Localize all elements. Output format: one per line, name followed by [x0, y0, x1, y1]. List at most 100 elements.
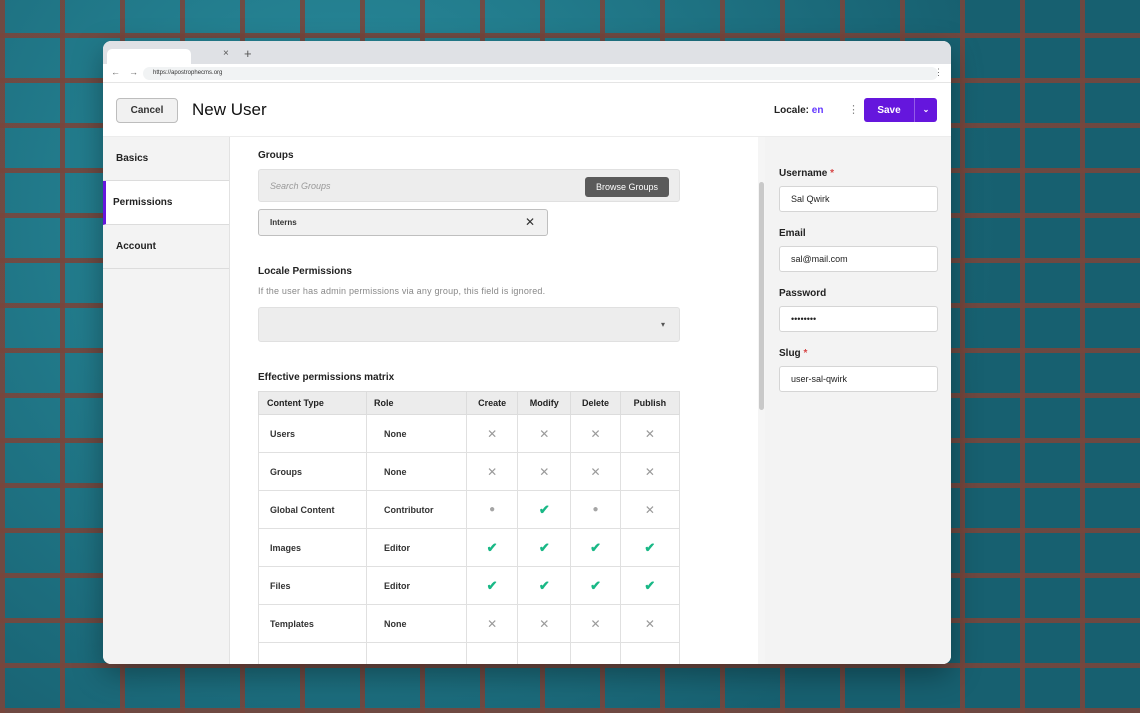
check-icon: ✔ — [538, 539, 550, 555]
page-title: New User — [192, 100, 267, 119]
header-delete: Delete — [570, 391, 621, 415]
save-label[interactable]: Save — [864, 105, 914, 116]
header-modify: Modify — [517, 391, 572, 415]
required-mark: * — [803, 348, 808, 359]
selected-group-chip: Interns ✕ — [258, 209, 548, 236]
check-icon: ✔ — [590, 577, 601, 593]
new-tab-icon[interactable]: + — [244, 46, 252, 61]
url-field[interactable]: https://apostrophecms.org — [143, 67, 938, 80]
delete-permission-cell: ✔ — [570, 566, 621, 605]
password-label: Password — [779, 288, 827, 299]
check-icon: ✔ — [486, 539, 498, 555]
group-search-box: Search Groups Browse Groups — [258, 169, 680, 202]
content-type-cell: Users — [258, 414, 367, 453]
browser-window: × + ← → https://apostrophecms.org ⋮ Canc… — [103, 41, 951, 664]
denied-icon: ✕ — [539, 464, 550, 479]
address-bar: ← → https://apostrophecms.org ⋮ — [103, 64, 951, 83]
modify-permission-cell: ✕ — [517, 452, 572, 491]
groups-label: Groups — [258, 150, 294, 161]
modal-header: Cancel New User Locale: en ⋮ Save ⌄ — [103, 83, 951, 137]
back-icon[interactable]: ← — [111, 67, 120, 77]
modify-permission-cell: ✔ — [517, 528, 572, 567]
create-permission-cell — [465, 642, 519, 664]
permissions-panel: Groups Search Groups Browse Groups Inter… — [230, 137, 758, 664]
scrollbar-thumb[interactable] — [759, 182, 764, 410]
save-button[interactable]: Save ⌄ — [864, 98, 937, 122]
slug-label-text: Slug — [779, 348, 801, 359]
account-fields-panel: Username * Sal Qwirk Email sal@mail.com … — [765, 137, 951, 664]
required-mark: * — [830, 168, 835, 179]
locale-permissions-label: Locale Permissions — [258, 266, 352, 277]
sidebar-item-permissions[interactable]: Permissions — [103, 181, 229, 225]
header-content-type: Content Type — [258, 391, 367, 415]
content-type-cell: Images — [258, 528, 367, 567]
locale-permissions-select[interactable]: ▾ — [258, 307, 680, 342]
locale-value: en — [811, 105, 824, 116]
password-input[interactable]: •••••••• — [779, 306, 938, 332]
sidebar-item-account[interactable]: Account — [103, 225, 229, 269]
modify-permission-cell: ✕ — [517, 604, 572, 643]
sidebar-item-basics[interactable]: Basics — [103, 137, 229, 181]
username-label-text: Username — [779, 168, 828, 179]
role-cell: Editor — [366, 528, 467, 567]
browse-groups-button[interactable]: Browse Groups — [585, 177, 669, 197]
slug-label: Slug * — [779, 348, 807, 359]
denied-icon: ✕ — [644, 502, 655, 517]
delete-permission-cell — [570, 642, 621, 664]
remove-group-icon[interactable]: ✕ — [525, 215, 535, 229]
locale-indicator[interactable]: Locale: en — [774, 105, 823, 116]
publish-permission-cell — [619, 642, 681, 664]
denied-icon: ✕ — [590, 426, 601, 441]
create-permission-cell: ✔ — [465, 528, 519, 567]
denied-icon: ✕ — [590, 464, 601, 479]
header-create: Create — [465, 391, 519, 415]
table-row — [258, 642, 681, 664]
table-row: Images Editor ✔ ✔ ✔ ✔ — [258, 528, 681, 567]
table-row: Users None ✕ ✕ ✕ ✕ — [258, 414, 681, 453]
partial-dot-icon: ● — [489, 504, 496, 515]
username-input[interactable]: Sal Qwirk — [779, 186, 938, 212]
chevron-down-icon[interactable]: ⌄ — [914, 98, 937, 122]
delete-permission-cell: ✕ — [570, 452, 621, 491]
denied-icon: ✕ — [539, 426, 550, 441]
group-chip-label: Interns — [270, 218, 297, 227]
role-cell: None — [366, 452, 467, 491]
browser-menu-icon[interactable]: ⋮ — [934, 67, 943, 78]
email-input[interactable]: sal@mail.com — [779, 246, 938, 272]
denied-icon: ✕ — [487, 616, 498, 631]
check-icon: ✔ — [644, 539, 656, 555]
publish-permission-cell: ✕ — [619, 604, 681, 643]
table-row: Groups None ✕ ✕ ✕ ✕ — [258, 452, 681, 491]
publish-permission-cell: ✕ — [619, 452, 681, 491]
tab-close-icon[interactable]: × — [223, 48, 229, 59]
table-row: Files Editor ✔ ✔ ✔ ✔ — [258, 566, 681, 605]
check-icon: ✔ — [486, 577, 498, 593]
content-type-cell: Templates — [258, 604, 367, 643]
main-scrollbar[interactable] — [758, 137, 765, 664]
caret-down-icon: ▾ — [660, 320, 665, 329]
create-permission-cell: ✕ — [465, 414, 519, 453]
forward-icon[interactable]: → — [129, 67, 138, 77]
search-groups-input[interactable]: Search Groups — [270, 181, 331, 191]
publish-permission-cell: ✔ — [619, 528, 681, 567]
slug-input[interactable]: user-sal-qwirk — [779, 366, 938, 392]
role-cell: Editor — [366, 566, 467, 605]
browser-tab[interactable] — [107, 49, 191, 64]
header-role: Role — [366, 391, 467, 415]
sidebar: Basics Permissions Account — [103, 137, 230, 664]
matrix-label: Effective permissions matrix — [258, 372, 395, 383]
check-icon: ✔ — [644, 577, 656, 593]
role-cell: None — [366, 414, 467, 453]
role-cell: Contributor — [366, 490, 467, 529]
delete-permission-cell: ✕ — [570, 414, 621, 453]
create-permission-cell: ✕ — [465, 604, 519, 643]
more-options-icon[interactable]: ⋮ — [848, 103, 859, 116]
locale-label: Locale: — [774, 105, 810, 116]
create-permission-cell: ✔ — [465, 566, 519, 605]
delete-permission-cell: ✔ — [570, 528, 621, 567]
cancel-button[interactable]: Cancel — [116, 98, 178, 123]
modify-permission-cell — [517, 642, 572, 664]
denied-icon: ✕ — [644, 426, 655, 441]
check-icon: ✔ — [538, 501, 550, 517]
create-permission-cell: ✕ — [465, 452, 519, 491]
